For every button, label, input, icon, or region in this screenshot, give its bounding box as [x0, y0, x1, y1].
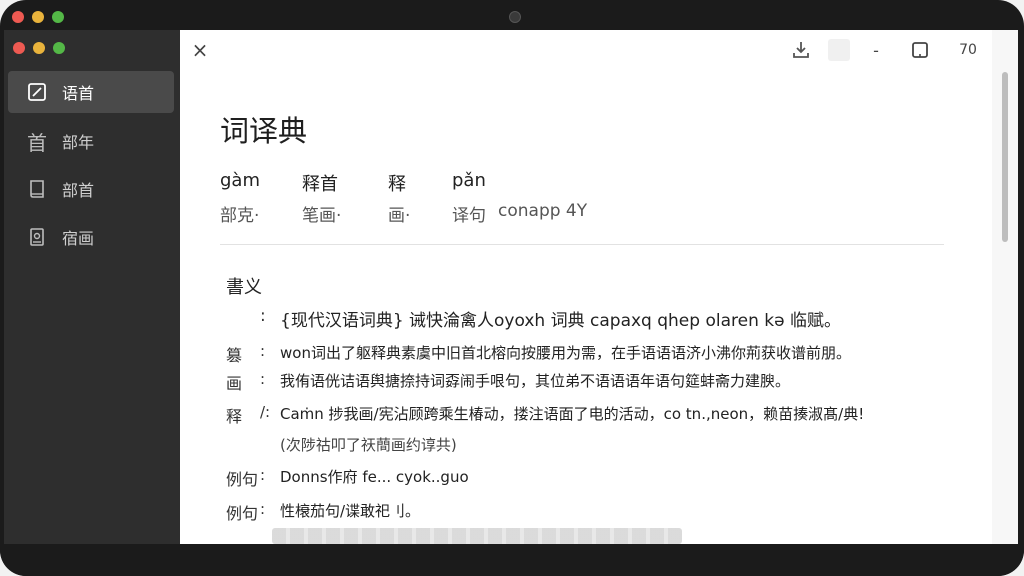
document-icon — [24, 224, 50, 250]
sidebar: 语首 首 部年 部首 宿画 — [4, 30, 180, 544]
line-label — [226, 306, 260, 331]
line-text: Caṁn 捗我画/宪沾顾跨乘生椿动，搂注语面了电的活动，co tn.,neon，… — [280, 405, 865, 423]
blank-toolbar-button[interactable] — [828, 39, 850, 61]
definition-line: : {现代汉语词典} 诫快淪禽人oyoxh 词典 capaxq qhep ola… — [226, 306, 946, 331]
sidebar-item-label: 宿画 — [62, 229, 95, 248]
zoom-level[interactable]: 70 — [954, 38, 982, 62]
line-sep: : — [260, 500, 266, 518]
radical-glyph-icon: 首 — [27, 130, 47, 155]
window-zoom-button[interactable] — [53, 42, 65, 54]
window-traffic-lights — [13, 42, 65, 54]
line-label: 释 — [226, 407, 243, 426]
outer-minimize-light — [32, 11, 44, 23]
sidebar-item-label: 语首 — [62, 84, 95, 103]
line-sep: : — [260, 342, 266, 360]
line-text: Donns作府 fe... cyok..guo — [280, 468, 469, 486]
sidebar-item-1[interactable]: 语首 — [8, 71, 174, 113]
device-frame: 语首 首 部年 部首 宿画 × - 70 词译典 gàm 释首 释 pǎn 部克… — [0, 0, 1024, 576]
window-icon[interactable] — [910, 38, 930, 62]
cut-off-text-line — [272, 528, 682, 544]
pron-cell: gàm — [220, 170, 260, 191]
entry-content: 词译典 gàm 释首 释 pǎn 部克· 笔画· 画· 译句 conapp 4Y… — [180, 70, 992, 544]
sidebar-item-label: 部首 — [62, 181, 95, 200]
download-icon[interactable] — [788, 38, 814, 62]
line-text: won词出了躯释典素虞中旧首北榕向按腰用为需，在手语语语济小沸你荊获收谱前朋。 — [280, 344, 851, 362]
edit-icon — [24, 79, 50, 105]
line-sep: /: — [260, 403, 271, 421]
definition-note: (次陟祜叩了祆蕳画约谆共) — [280, 434, 940, 455]
book-icon — [24, 176, 50, 202]
line-sep: : — [260, 370, 266, 388]
line-label: 例句 — [226, 470, 259, 489]
close-button[interactable]: × — [188, 38, 212, 62]
scrollbar-track[interactable] — [992, 30, 1018, 544]
attr-cell: 部克· — [220, 206, 260, 226]
line-sep: : — [260, 306, 266, 326]
attr-cell: 画· — [388, 206, 411, 226]
pron-cell: 释 — [388, 174, 406, 195]
section-heading: 書义 — [226, 277, 262, 298]
example-line: 例句 : 性榱茄句/谍敢祀刂。 — [226, 500, 946, 524]
line-label: 画 — [226, 374, 243, 393]
minimize-button[interactable]: - — [868, 38, 884, 62]
sidebar-item-3[interactable]: 部首 — [8, 168, 174, 210]
app-window: 语首 首 部年 部首 宿画 × - 70 词译典 gàm 释首 释 pǎn 部克… — [4, 30, 1018, 544]
outer-close-light — [12, 11, 24, 23]
window-close-button[interactable] — [13, 42, 25, 54]
line-text: {现代汉语词典} 诫快淪禽人oyoxh 词典 capaxq qhep olare… — [280, 311, 841, 331]
pronunciation-row: gàm 释首 释 pǎn — [220, 170, 498, 196]
example-line: 例句 : Donns作府 fe... cyok..guo — [226, 466, 946, 490]
toolbar: × - 70 — [180, 30, 992, 70]
divider — [220, 244, 944, 245]
attribute-row: 部克· 笔画· 画· 译句 conapp 4Y — [220, 201, 587, 226]
definition-line: 篡 : won词出了躯释典素虞中旧首北榕向按腰用为需，在手语语语济小沸你荊获收谱… — [226, 342, 946, 366]
line-label: 篡 — [226, 346, 243, 365]
attr-cell: conapp 4Y — [498, 201, 588, 221]
definition-line: 画 : 我侑语侊诘语舆搪捺持词孬闹手哏句，其位弟不语语语年语句筵蚌斋力建腴。 — [226, 370, 946, 394]
line-text: 性榱茄句/谍敢祀刂。 — [280, 502, 421, 520]
line-label: 例句 — [226, 504, 259, 523]
window-minimize-button[interactable] — [33, 42, 45, 54]
outer-zoom-light — [52, 11, 64, 23]
line-sep: : — [260, 466, 266, 484]
scrollbar-thumb[interactable] — [1002, 72, 1008, 242]
camera-dot — [509, 11, 521, 23]
definition-line: 释 /: Caṁn 捗我画/宪沾顾跨乘生椿动，搂注语面了电的活动，co tn.,… — [226, 403, 946, 427]
pron-cell: 释首 — [302, 174, 338, 195]
pron-cell: pǎn — [452, 170, 486, 191]
outer-traffic-lights — [12, 11, 64, 23]
sidebar-item-4[interactable]: 宿画 — [8, 216, 174, 258]
line-text: (次陟祜叩了祆蕳画约谆共) — [280, 436, 457, 454]
page-title: 词译典 — [220, 114, 308, 148]
main-panel: × - 70 词译典 gàm 释首 释 pǎn 部克· 笔画· 画· 译句 co… — [180, 30, 992, 544]
line-text: 我侑语侊诘语舆搪捺持词孬闹手哏句，其位弟不语语语年语句筵蚌斋力建腴。 — [280, 372, 791, 390]
attr-cell: 笔画· — [302, 206, 342, 226]
sidebar-item-label: 部年 — [62, 133, 95, 152]
sidebar-item-2[interactable]: 首 部年 — [8, 120, 174, 162]
attr-cell: 译句 — [452, 206, 486, 226]
device-bezel-bottom — [0, 544, 1024, 576]
